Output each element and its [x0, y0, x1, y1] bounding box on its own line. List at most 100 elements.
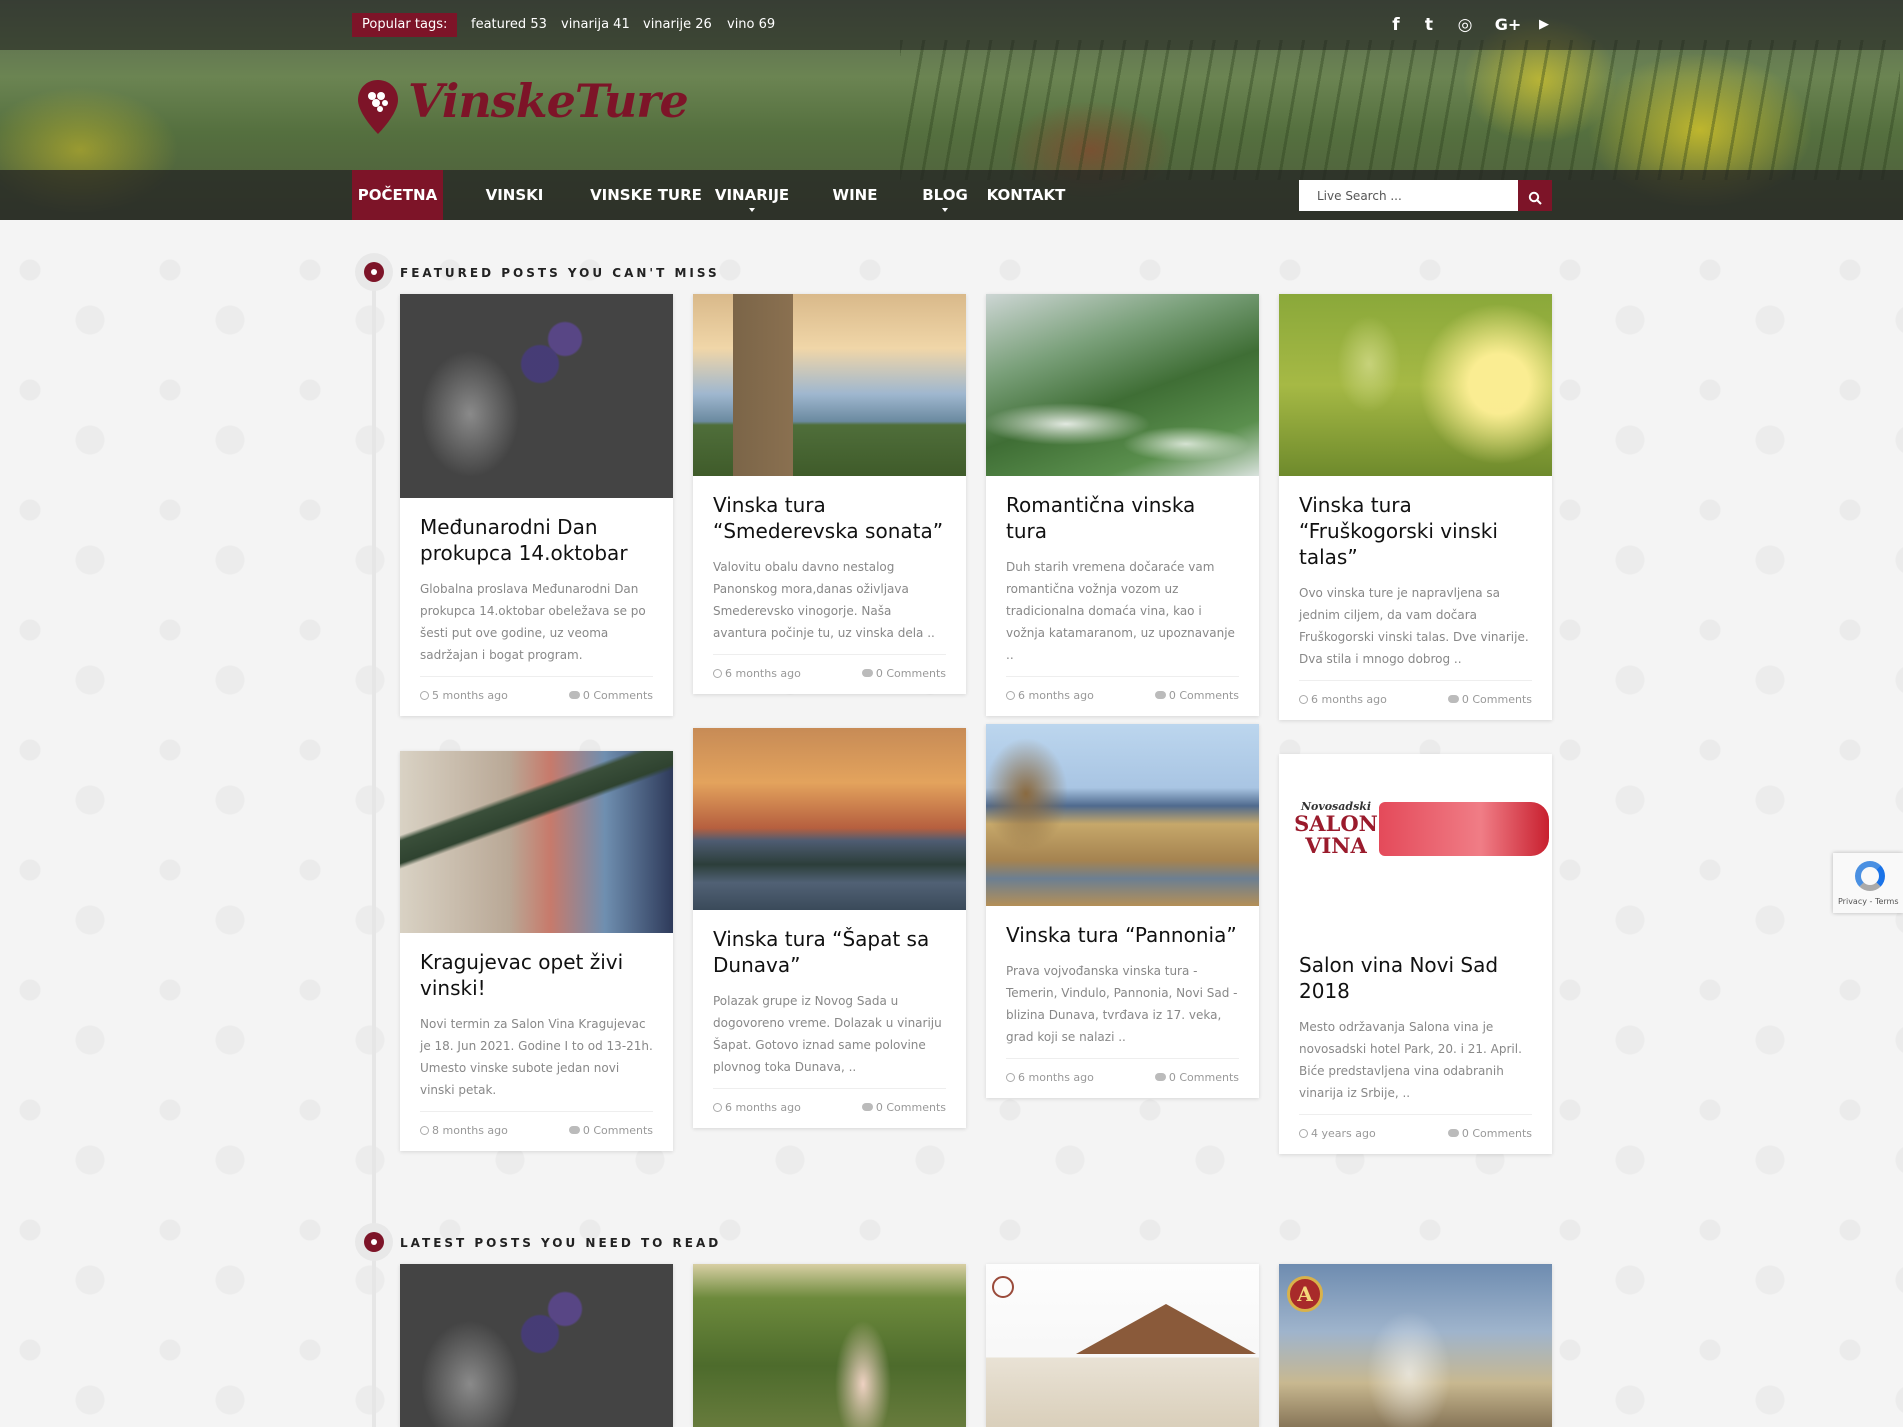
- tag-link[interactable]: featured 53: [471, 13, 547, 37]
- comment-icon: [1154, 1073, 1166, 1081]
- wine-glass-image[interactable]: A: [1279, 1264, 1552, 1427]
- post-card[interactable]: Novosadski SALON VINA Salon vina Novi Sa…: [1279, 754, 1552, 1154]
- google-plus-icon[interactable]: G+: [1492, 12, 1524, 38]
- tag-link[interactable]: vino 69: [727, 13, 775, 37]
- post-card[interactable]: Kragujevac opet živi vinski! Novi termin…: [400, 751, 673, 1151]
- river-image[interactable]: [986, 294, 1259, 476]
- post-card[interactable]: A: [1279, 1264, 1552, 1427]
- post-title[interactable]: Salon vina Novi Sad 2018: [1299, 952, 1532, 1004]
- clock-icon: [1299, 1129, 1308, 1138]
- post-comments[interactable]: 0 Comments: [568, 1124, 653, 1137]
- nav-item-blog[interactable]: BLOG: [918, 170, 972, 220]
- post-card[interactable]: Vinska tura “Šapat sa Dunava” Polazak gr…: [693, 728, 966, 1128]
- post-card[interactable]: Vinska tura “Smederevska sonata” Valovit…: [693, 294, 966, 694]
- post-title[interactable]: Vinska tura “Fruškogorski vinski talas”: [1299, 492, 1532, 570]
- comment-icon: [568, 691, 580, 699]
- post-time: 6 months ago: [1006, 1071, 1094, 1084]
- post-time: 6 months ago: [713, 1101, 801, 1114]
- post-card[interactable]: Romantična vinska tura Duh starih vremen…: [986, 294, 1259, 716]
- clock-icon: [1299, 695, 1308, 704]
- clock-icon: [420, 1126, 429, 1135]
- post-card[interactable]: [400, 1264, 673, 1427]
- post-comments-text: 0 Comments: [582, 689, 653, 702]
- post-title[interactable]: Vinska tura “Šapat sa Dunava”: [713, 926, 946, 978]
- post-time: 6 months ago: [713, 667, 801, 680]
- facebook-icon[interactable]: f: [1383, 12, 1409, 38]
- post-card[interactable]: Vinska tura “Fruškogorski vinski talas” …: [1279, 294, 1552, 720]
- sunset-image[interactable]: [693, 728, 966, 910]
- section-title-featured: FEATURED POSTS YOU CAN'T MISS: [400, 266, 720, 280]
- post-comments[interactable]: 0 Comments: [861, 1101, 946, 1114]
- post-title[interactable]: Kragujevac opet živi vinski!: [420, 949, 653, 1001]
- post-time: 4 years ago: [1299, 1127, 1376, 1140]
- post-comments[interactable]: 0 Comments: [1447, 1127, 1532, 1140]
- instagram-icon[interactable]: ◎: [1452, 12, 1478, 38]
- comment-icon: [861, 669, 873, 677]
- post-meta: 4 years ago 0 Comments: [1299, 1114, 1532, 1154]
- main-navigation: POČETNA VINSKI REGIONI VINSKE TURE VINAR…: [0, 170, 1903, 220]
- post-comments-text: 0 Comments: [582, 1124, 653, 1137]
- post-meta: 6 months ago 0 Comments: [1006, 676, 1239, 716]
- grapes-hands-image[interactable]: [400, 1264, 673, 1427]
- post-comments-text: 0 Comments: [875, 1101, 946, 1114]
- post-time-text: 4 years ago: [1311, 1127, 1376, 1140]
- post-comments[interactable]: 0 Comments: [1447, 693, 1532, 706]
- comment-icon: [1447, 1129, 1459, 1137]
- post-title[interactable]: Vinska tura “Pannonia”: [1006, 922, 1239, 948]
- post-excerpt: Novi termin za Salon Vina Kragujevac je …: [420, 1017, 653, 1097]
- post-card[interactable]: Vinska tura “Pannonia” Prava vojvođanska…: [986, 724, 1259, 1098]
- recaptcha-badge[interactable]: Privacy - Terms: [1833, 853, 1903, 913]
- post-comments-text: 0 Comments: [1461, 693, 1532, 706]
- nav-item-vinski-regioni[interactable]: VINSKI REGIONI: [451, 170, 578, 220]
- post-card[interactable]: [986, 1264, 1259, 1427]
- post-comments[interactable]: 0 Comments: [1154, 689, 1239, 702]
- post-card[interactable]: [693, 1264, 966, 1427]
- post-comments-text: 0 Comments: [875, 667, 946, 680]
- green-grapes-image[interactable]: [1279, 294, 1552, 476]
- winery-house-image[interactable]: [986, 1264, 1259, 1427]
- post-excerpt: Ovo vinska ture je napravljena sa jednim…: [1299, 586, 1529, 666]
- twitter-icon[interactable]: t: [1416, 12, 1442, 38]
- post-excerpt: Globalna proslava Međunarodni Dan prokup…: [420, 582, 646, 662]
- youtube-icon[interactable]: ▶: [1531, 12, 1557, 38]
- tag-link[interactable]: vinarija 41: [561, 13, 630, 37]
- post-meta: 6 months ago 0 Comments: [1006, 1058, 1239, 1098]
- nav-item-vinarije[interactable]: VINARIJE: [714, 170, 790, 220]
- live-search-input[interactable]: [1299, 180, 1518, 211]
- comment-icon: [1154, 691, 1166, 699]
- search-button[interactable]: [1518, 180, 1552, 211]
- winery-emblem-icon: [992, 1276, 1014, 1298]
- fortress-image[interactable]: [693, 294, 966, 476]
- post-meta: 5 months ago 0 Comments: [420, 676, 653, 716]
- post-title[interactable]: Romantična vinska tura: [1006, 492, 1239, 544]
- tag-link[interactable]: vinarije 26: [643, 13, 712, 37]
- salon-vina-logo-line: VINA: [1305, 833, 1367, 858]
- post-time-text: 5 months ago: [432, 689, 508, 702]
- recaptcha-links[interactable]: Privacy - Terms: [1838, 897, 1899, 906]
- salon-vina-image[interactable]: Novosadski SALON VINA: [1279, 754, 1552, 936]
- nav-item-kontakt[interactable]: KONTAKT: [986, 170, 1066, 220]
- comment-icon: [861, 1103, 873, 1111]
- wine-pour-image[interactable]: [400, 751, 673, 933]
- post-comments[interactable]: 0 Comments: [568, 689, 653, 702]
- post-time: 8 months ago: [420, 1124, 508, 1137]
- site-logo[interactable]: VinskeTure: [356, 72, 689, 152]
- post-comments[interactable]: 0 Comments: [861, 667, 946, 680]
- post-card[interactable]: Međunarodni Dan prokupca 14.oktobar Glob…: [400, 294, 673, 716]
- comment-icon: [1447, 695, 1459, 703]
- nav-item-wine-event[interactable]: WINE EVENT: [805, 170, 905, 220]
- grape-pin-icon: [358, 80, 398, 134]
- post-meta: 8 months ago 0 Comments: [420, 1111, 653, 1151]
- post-title[interactable]: Međunarodni Dan prokupca 14.oktobar: [420, 514, 653, 566]
- post-title[interactable]: Vinska tura “Smederevska sonata”: [713, 492, 946, 544]
- clock-icon: [713, 1103, 722, 1112]
- dropdown-caret-icon: [749, 208, 755, 212]
- grapes-hands-image[interactable]: [400, 294, 673, 498]
- nav-item-vinske-ture[interactable]: VINSKE TURE: [590, 170, 702, 220]
- post-comments[interactable]: 0 Comments: [1154, 1071, 1239, 1084]
- post-excerpt: Polazak grupe iz Novog Sada u dogovoreno…: [713, 994, 942, 1074]
- vineyard-wine-glass-image[interactable]: [693, 1264, 966, 1427]
- lake-image[interactable]: [986, 724, 1259, 906]
- salon-vina-logo: Novosadski SALON VINA: [1291, 800, 1381, 857]
- nav-item-pocetna[interactable]: POČETNA: [352, 170, 443, 220]
